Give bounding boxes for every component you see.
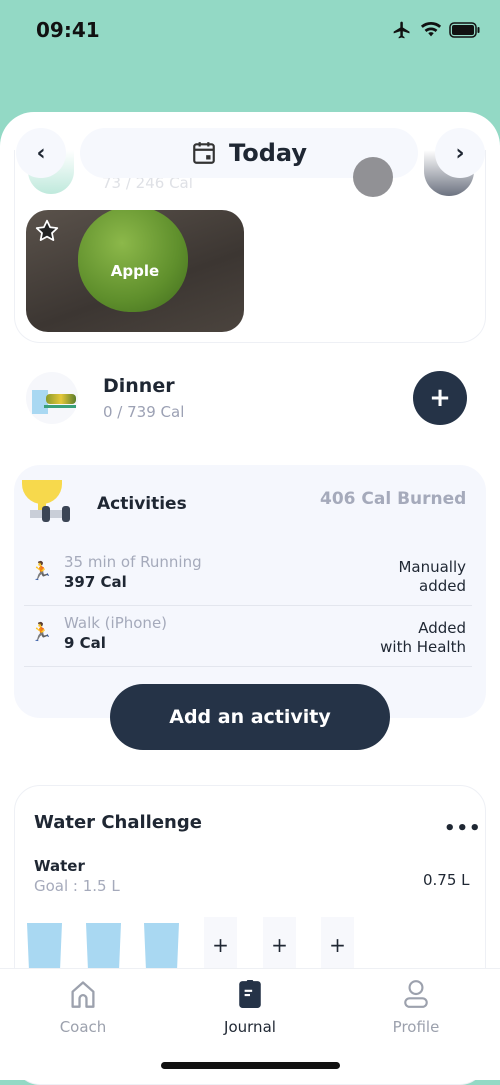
battery-icon xyxy=(449,22,480,38)
activities-title: Activities xyxy=(97,494,187,514)
dinner-title: Dinner xyxy=(103,375,175,397)
prev-day-button[interactable]: ‹ xyxy=(16,128,66,178)
home-indicator xyxy=(161,1062,340,1069)
add-water-glass[interactable]: + xyxy=(321,917,354,973)
running-icon: 🏃 xyxy=(30,622,53,643)
activity-name: Walk (iPhone) xyxy=(64,614,168,632)
home-icon xyxy=(71,981,95,1008)
water-goal: Goal : 1.5 L xyxy=(34,877,120,895)
star-icon[interactable] xyxy=(34,218,60,244)
water-label: Water xyxy=(34,857,85,875)
water-amount: 0.75 L xyxy=(423,871,470,889)
journal-icon xyxy=(239,980,261,1008)
status-bar: 09:41 xyxy=(0,0,500,60)
add-dinner-button[interactable]: + xyxy=(413,371,467,425)
trophy-icon xyxy=(20,480,74,522)
activity-name: 35 min of Running xyxy=(64,553,202,571)
tab-label: Profile xyxy=(392,1018,440,1036)
date-label: Today xyxy=(229,139,307,167)
water-glass-filled[interactable] xyxy=(86,923,121,973)
water-title: Water Challenge xyxy=(34,812,202,833)
add-water-glass[interactable]: + xyxy=(263,917,296,973)
profile-icon xyxy=(404,980,428,1008)
dinner-calories: 0 / 739 Cal xyxy=(103,403,185,421)
next-day-button[interactable]: › xyxy=(435,128,485,178)
activity-source: Manually added xyxy=(398,558,466,595)
wifi-icon xyxy=(420,21,442,37)
tab-profile[interactable]: Profile xyxy=(356,976,476,1036)
calendar-icon xyxy=(193,142,215,164)
tab-coach[interactable]: Coach xyxy=(23,976,143,1036)
calories-burned: 406 Cal Burned xyxy=(320,489,467,509)
airplane-icon xyxy=(393,21,410,39)
water-glass-filled[interactable] xyxy=(27,923,62,973)
activity-calories: 397 Cal xyxy=(64,573,127,591)
add-water-glass[interactable]: + xyxy=(204,917,237,973)
tab-journal[interactable]: Journal xyxy=(190,976,310,1036)
food-tile-apple[interactable]: Apple xyxy=(26,210,244,332)
add-activity-button[interactable]: Add an activity xyxy=(110,684,390,750)
more-options-button[interactable]: ••• xyxy=(444,818,482,839)
activity-source: Added with Health xyxy=(380,619,466,656)
tab-label: Journal xyxy=(224,1018,276,1036)
dinner-icon xyxy=(26,372,78,424)
status-time: 09:41 xyxy=(36,18,100,42)
activity-calories: 9 Cal xyxy=(64,634,106,652)
running-icon: 🏃 xyxy=(30,561,53,582)
water-glass-filled[interactable] xyxy=(144,923,179,973)
activity-row[interactable]: 🏃 35 min of Running 397 Cal Manually adde… xyxy=(24,545,472,606)
touch-indicator xyxy=(353,157,393,197)
activity-row[interactable]: 🏃 Walk (iPhone) 9 Cal Added with Health xyxy=(24,606,472,667)
apple-image xyxy=(78,210,188,312)
tab-label: Coach xyxy=(59,1018,107,1036)
food-name: Apple xyxy=(110,262,160,280)
